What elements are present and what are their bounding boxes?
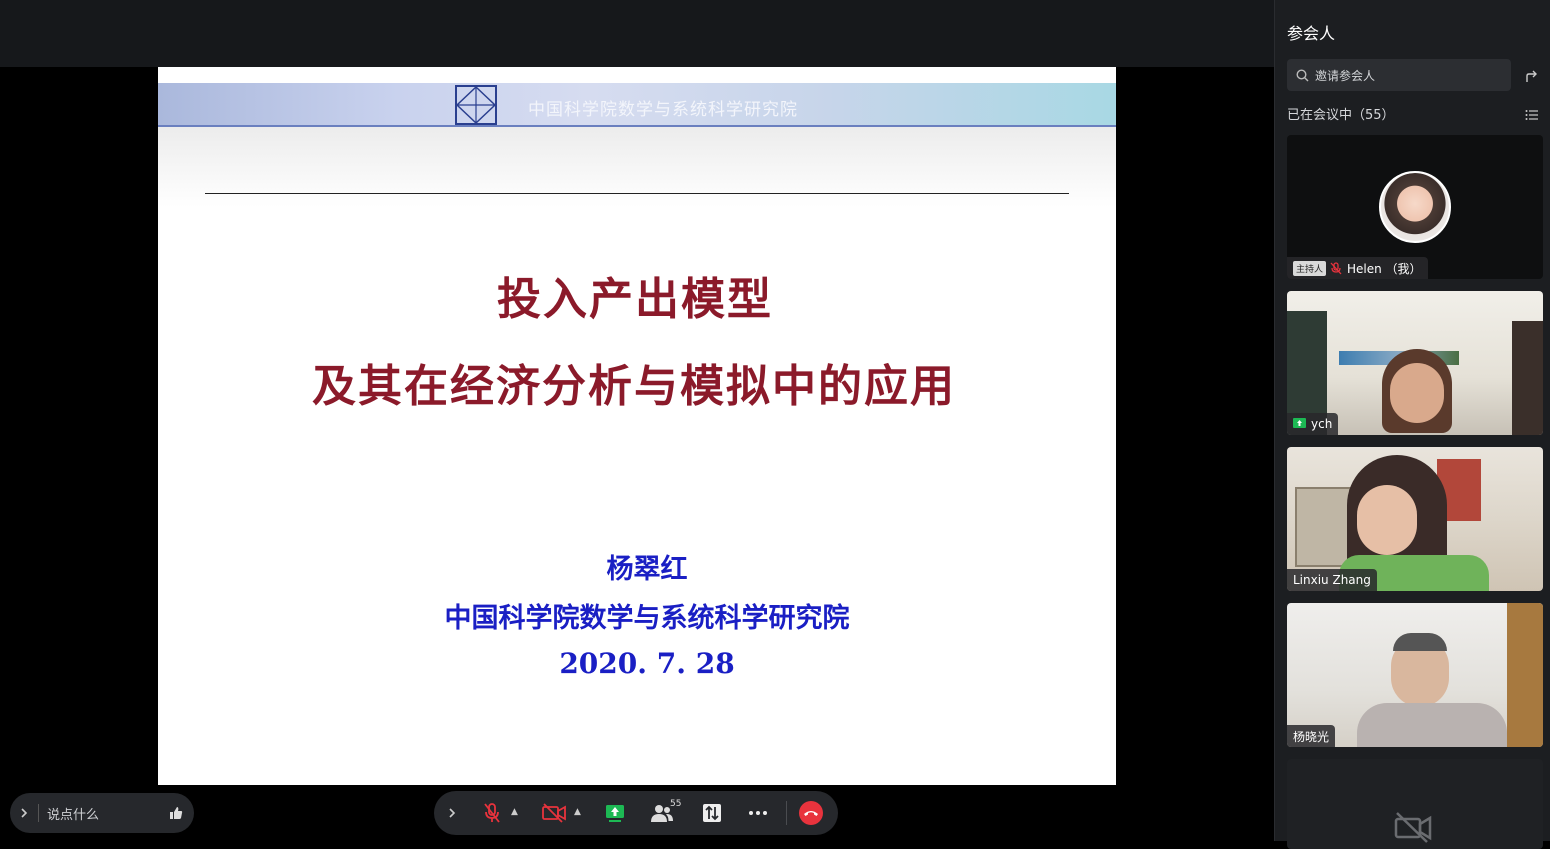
chat-input-box[interactable]: 说点什么	[10, 793, 194, 833]
participant-name-tag: 杨晓光	[1287, 725, 1336, 747]
participant-name: ych	[1311, 417, 1333, 431]
participant-tile-camera-off[interactable]	[1287, 759, 1543, 849]
mic-muted-icon	[1330, 261, 1342, 275]
layout-icon[interactable]	[700, 791, 724, 835]
slide-date: 2020. 7. 28	[559, 647, 735, 680]
end-call-icon[interactable]	[798, 791, 824, 835]
institute-logo	[455, 85, 497, 125]
participant-tile-yang-xiaoguang[interactable]: 杨晓光	[1287, 603, 1543, 747]
panel-title: 参会人	[1287, 24, 1336, 43]
chevron-right-icon[interactable]	[10, 793, 38, 833]
avatar	[1379, 171, 1451, 243]
list-icon[interactable]	[1525, 106, 1539, 125]
slide-shade	[158, 127, 1116, 207]
thumbs-up-icon[interactable]	[158, 806, 194, 820]
chat-input[interactable]: 说点什么	[39, 804, 158, 823]
slide-divider	[205, 193, 1069, 194]
camera-options-caret[interactable]: ▲	[574, 807, 581, 817]
participant-name: Linxiu Zhang	[1293, 573, 1371, 587]
participant-tile-linxiu-zhang[interactable]: Linxiu Zhang	[1287, 447, 1543, 591]
invite-placeholder: 邀请参会人	[1315, 68, 1376, 83]
slide-author: 杨翠红	[606, 554, 688, 585]
in-meeting-count: 已在会议中（55）	[1287, 108, 1395, 123]
slide-title-line2: 及其在经济分析与模拟中的应用	[312, 361, 956, 412]
share-screen-icon	[1293, 418, 1306, 430]
shared-slide: 中国科学院数学与系统科学研究院 投入产出模型 及其在经济分析与模拟中的应用 杨翠…	[158, 67, 1116, 785]
share-icon[interactable]	[1525, 68, 1539, 87]
camera-off-icon[interactable]	[540, 791, 568, 835]
participant-name: Helen （我）	[1347, 261, 1422, 276]
more-icon[interactable]	[746, 791, 770, 835]
mic-muted-icon[interactable]	[480, 791, 504, 835]
slide-institute: 中国科学院数学与系统科学研究院	[444, 603, 850, 634]
banner-institute-name: 中国科学院数学与系统科学研究院	[528, 100, 798, 120]
toolbar-divider	[786, 801, 787, 825]
participant-tile-helen[interactable]: 主持人 Helen （我）	[1287, 135, 1543, 279]
participant-count: 55	[670, 799, 682, 809]
mic-options-caret[interactable]: ▲	[511, 807, 518, 817]
host-badge: 主持人	[1293, 260, 1327, 276]
participants-icon[interactable]	[648, 791, 676, 835]
camera-off-icon	[1393, 811, 1433, 847]
participant-name-tag: ych	[1287, 413, 1339, 435]
participant-name: 杨晓光	[1293, 729, 1330, 744]
participant-name-tag: Linxiu Zhang	[1287, 569, 1377, 591]
meeting-stage: 中国科学院数学与系统科学研究院 投入产出模型 及其在经济分析与模拟中的应用 杨翠…	[0, 0, 1274, 841]
slide-title-line1: 投入产出模型	[497, 274, 773, 325]
search-icon	[1296, 68, 1309, 82]
participant-tile-ych[interactable]: ych	[1287, 291, 1543, 435]
participant-name-tag: 主持人 Helen （我）	[1287, 257, 1428, 279]
invite-search-input[interactable]: 邀请参会人	[1287, 59, 1511, 91]
participants-panel: 参会人 邀请参会人 已在会议中（55） 主持人 Helen （我） ych Li…	[1274, 0, 1550, 849]
top-bar	[0, 0, 1274, 67]
meeting-toolbar: ▲ ▲ 55	[434, 791, 838, 835]
share-screen-icon[interactable]	[602, 791, 628, 835]
chevron-right-icon[interactable]	[442, 791, 462, 835]
